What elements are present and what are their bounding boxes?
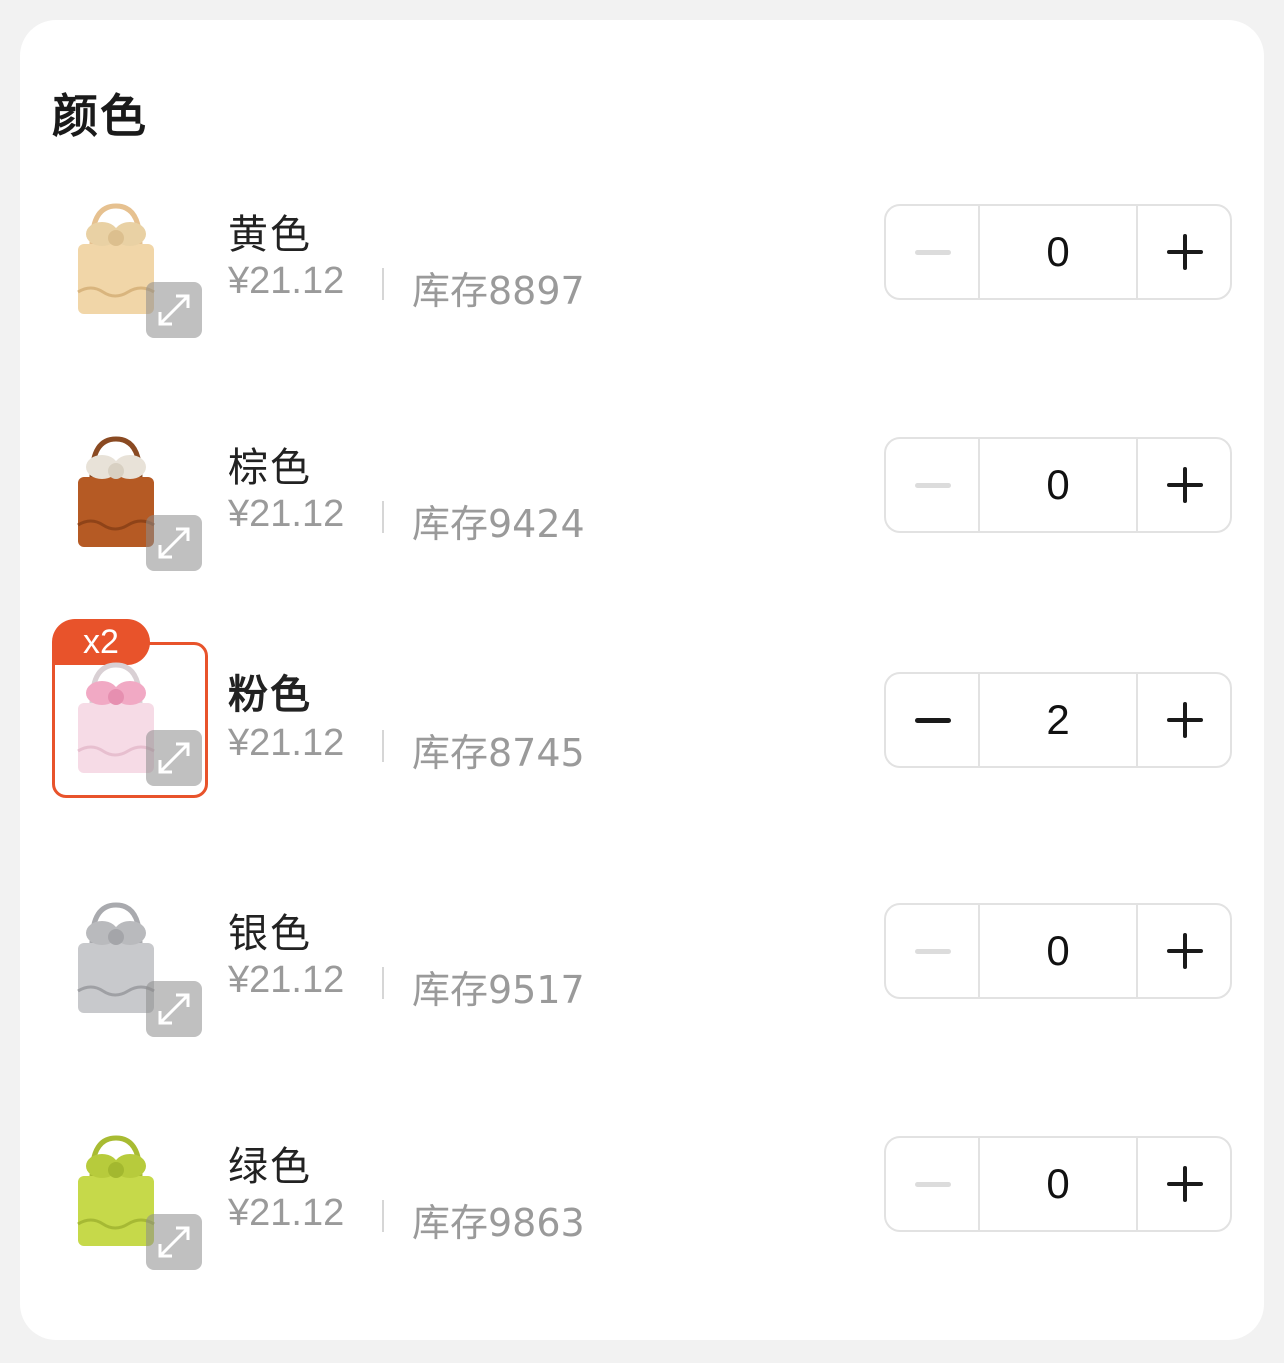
stock-count: 库存9424 xyxy=(412,502,585,546)
price: ¥21.12 xyxy=(228,493,345,535)
color-name: 棕色 xyxy=(228,445,312,491)
divider xyxy=(382,268,384,300)
minus-icon xyxy=(915,1182,951,1187)
expand-icon[interactable] xyxy=(146,981,202,1037)
minus-icon xyxy=(915,718,951,723)
increase-button[interactable] xyxy=(1138,905,1230,997)
decrease-button[interactable] xyxy=(886,439,980,531)
product-thumbnail[interactable] xyxy=(52,194,208,350)
color-name: 黄色 xyxy=(228,212,312,258)
divider xyxy=(382,1200,384,1232)
divider xyxy=(382,967,384,999)
list-item: 黄色 ¥21.12 库存8897 0 xyxy=(20,194,1264,354)
list-item: 棕色 ¥21.12 库存9424 0 xyxy=(20,427,1264,587)
minus-icon xyxy=(915,483,951,488)
divider xyxy=(382,501,384,533)
quantity-input[interactable]: 0 xyxy=(980,905,1138,997)
color-name: 粉色 xyxy=(228,672,312,718)
decrease-button[interactable] xyxy=(886,905,980,997)
divider xyxy=(382,730,384,762)
product-thumbnail[interactable] xyxy=(52,1126,208,1282)
product-thumbnail[interactable] xyxy=(52,427,208,583)
quantity-input[interactable]: 2 xyxy=(980,674,1138,766)
minus-icon xyxy=(915,250,951,255)
expand-icon[interactable] xyxy=(146,1214,202,1270)
price: ¥21.12 xyxy=(228,722,345,764)
minus-icon xyxy=(915,949,951,954)
quantity-input[interactable]: 0 xyxy=(980,1138,1138,1230)
section-title: 颜色 xyxy=(52,89,148,143)
expand-icon[interactable] xyxy=(146,730,202,786)
quantity-stepper: 0 xyxy=(884,1136,1232,1232)
increase-button[interactable] xyxy=(1138,206,1230,298)
quantity-stepper: 0 xyxy=(884,204,1232,300)
product-thumbnail[interactable]: x2 xyxy=(52,619,208,798)
decrease-button[interactable] xyxy=(886,206,980,298)
price: ¥21.12 xyxy=(228,959,345,1001)
stock-count: 库存9517 xyxy=(412,968,585,1012)
color-name: 银色 xyxy=(228,911,312,957)
expand-icon[interactable] xyxy=(146,282,202,338)
color-selection-card: 颜色 黄色 ¥21.12 库存8897 0 棕色 ¥21.12 库存9424 0… xyxy=(20,20,1264,1340)
quantity-stepper: 2 xyxy=(884,672,1232,768)
list-item: x2 粉色 ¥21.12 库存8745 2 xyxy=(20,619,1264,802)
quantity-stepper: 0 xyxy=(884,903,1232,999)
quantity-input[interactable]: 0 xyxy=(980,206,1138,298)
stock-count: 库存8897 xyxy=(412,269,585,313)
stock-count: 库存9863 xyxy=(412,1201,585,1245)
decrease-button[interactable] xyxy=(886,1138,980,1230)
list-item: 银色 ¥21.12 库存9517 0 xyxy=(20,893,1264,1053)
quantity-stepper: 0 xyxy=(884,437,1232,533)
price: ¥21.12 xyxy=(228,260,345,302)
increase-button[interactable] xyxy=(1138,674,1230,766)
price: ¥21.12 xyxy=(228,1192,345,1234)
stock-count: 库存8745 xyxy=(412,731,585,775)
increase-button[interactable] xyxy=(1138,1138,1230,1230)
expand-icon[interactable] xyxy=(146,515,202,571)
decrease-button[interactable] xyxy=(886,674,980,766)
product-thumbnail[interactable] xyxy=(52,893,208,1049)
quantity-input[interactable]: 0 xyxy=(980,439,1138,531)
list-item: 绿色 ¥21.12 库存9863 0 xyxy=(20,1126,1264,1286)
color-name: 绿色 xyxy=(228,1144,312,1190)
increase-button[interactable] xyxy=(1138,439,1230,531)
